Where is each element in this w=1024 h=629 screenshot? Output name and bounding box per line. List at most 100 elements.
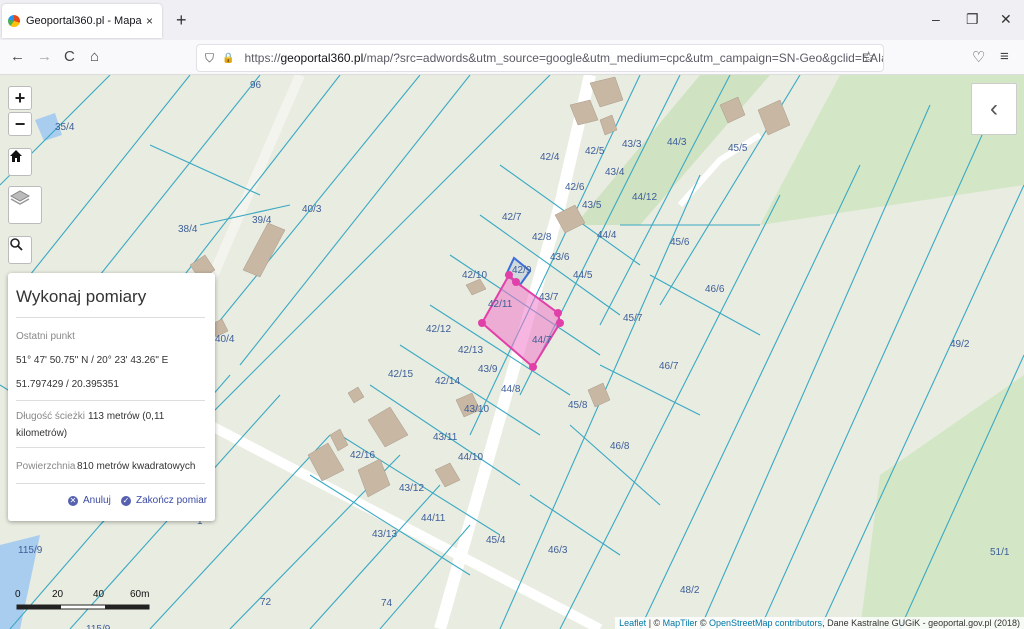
map-attribution: Leaflet | © MapTiler © OpenStreetMap con… bbox=[615, 617, 1024, 629]
map-canvas[interactable]: 96 35/4 40/3 39/4 38/4 40/4 42/4 42/5 43/3 44/3 45… bbox=[0, 75, 1024, 629]
home-button[interactable]: ⌂ bbox=[90, 48, 99, 65]
parcel-label: 115/9 bbox=[18, 545, 43, 556]
parcel-label: 42/7 bbox=[502, 212, 522, 223]
parcel-label: 45/6 bbox=[670, 237, 690, 248]
tab-bar: Geoportal360.pl - Mapa Interakt × + – ❐ … bbox=[0, 0, 1024, 40]
parcel-label: 44/7 bbox=[532, 335, 552, 346]
parcel-label: 45/7 bbox=[623, 313, 643, 324]
parcel-label: 39/4 bbox=[252, 215, 272, 226]
path-length-label: Długość ścieżki bbox=[16, 411, 85, 422]
zoom-in-button[interactable]: + bbox=[8, 86, 32, 110]
parcel-label: 35/4 bbox=[55, 122, 75, 133]
measurement-polygon[interactable] bbox=[480, 273, 562, 369]
layers-icon bbox=[9, 190, 31, 205]
parcel-label: 43/9 bbox=[478, 364, 498, 375]
parcel-label: 42/16 bbox=[350, 450, 375, 461]
measurement-panel: Wykonaj pomiary Ostatni punkt 51° 47' 50… bbox=[8, 273, 215, 521]
home-map-button[interactable] bbox=[8, 148, 32, 176]
parcel-label: 45/4 bbox=[486, 535, 506, 546]
parcel-label: 42/14 bbox=[435, 376, 460, 387]
parcel-label: 42/8 bbox=[532, 232, 552, 243]
maximize-button[interactable]: ❐ bbox=[966, 11, 979, 28]
parcel-label: 43/11 bbox=[433, 432, 458, 443]
pocket-icon[interactable]: ♡ bbox=[972, 48, 985, 66]
forward-button[interactable]: → bbox=[37, 48, 52, 65]
parcel-label: 115/9 bbox=[86, 624, 111, 629]
scale-bar bbox=[16, 604, 150, 610]
parcel-label: 72 bbox=[260, 597, 272, 608]
favicon-icon bbox=[8, 15, 20, 27]
maptiler-link[interactable]: MapTiler bbox=[663, 618, 698, 628]
path-length-value: 113 metrów (0,11 bbox=[88, 411, 165, 422]
scale-label: 20 bbox=[52, 589, 64, 600]
parcel-label: 42/13 bbox=[458, 345, 483, 356]
parcel-label: 48/2 bbox=[680, 585, 700, 596]
bookmark-star-icon[interactable]: ☆ bbox=[862, 48, 875, 66]
new-tab-button[interactable]: + bbox=[176, 10, 187, 31]
tab-close-icon[interactable]: × bbox=[146, 14, 153, 28]
path-length-value-km: kilometrów) bbox=[16, 428, 68, 439]
zoom-out-button[interactable]: − bbox=[8, 112, 32, 136]
parcel-label: 43/7 bbox=[539, 292, 559, 303]
nav-bar: ← → C ⌂ ⛉ 🔒 https://geoportal360.pl/map/… bbox=[0, 40, 1024, 75]
parcel-label: 42/15 bbox=[388, 369, 413, 380]
close-window-button[interactable]: ✕ bbox=[1000, 11, 1012, 28]
parcel-label: 43/13 bbox=[372, 529, 397, 540]
green-area bbox=[860, 375, 1024, 629]
scale-label: 0 bbox=[15, 589, 21, 600]
parcel-label: 96 bbox=[250, 80, 262, 91]
parcel-label: 43/12 bbox=[399, 483, 424, 494]
lock-icon[interactable]: 🔒 bbox=[222, 53, 234, 64]
parcel-label: 44/8 bbox=[501, 384, 521, 395]
tab-title: Geoportal360.pl - Mapa Interakt bbox=[26, 15, 144, 27]
parcel-label: 46/8 bbox=[610, 441, 630, 452]
osm-link[interactable]: OpenStreetMap contributors bbox=[709, 618, 822, 628]
address-bar[interactable]: ⛉ 🔒 https://geoportal360.pl/map/?src=adw… bbox=[196, 44, 884, 72]
browser-tab[interactable]: Geoportal360.pl - Mapa Interakt × bbox=[2, 4, 162, 38]
parcel-label: 46/6 bbox=[705, 284, 725, 295]
parcel-label: 42/10 bbox=[462, 270, 487, 281]
cancel-button[interactable]: ✕ Anuluj bbox=[68, 495, 111, 506]
search-button[interactable] bbox=[8, 236, 32, 264]
shield-icon[interactable]: ⛉ bbox=[205, 51, 214, 66]
leaflet-link[interactable]: Leaflet bbox=[619, 618, 646, 628]
parcel-label: 42/11 bbox=[488, 299, 513, 310]
parcel-label: 42/4 bbox=[540, 152, 560, 163]
area-value: 810 metrów kwadratowych bbox=[77, 461, 196, 472]
panel-title: Wykonaj pomiary bbox=[16, 287, 147, 306]
parcel-label: 51/1 bbox=[990, 547, 1010, 558]
parcel-label: 42/12 bbox=[426, 324, 451, 335]
parcel-label: 42/6 bbox=[565, 182, 585, 193]
reload-button[interactable]: C bbox=[64, 48, 75, 65]
parcel-label: 43/4 bbox=[605, 167, 625, 178]
minimize-button[interactable]: – bbox=[932, 11, 940, 27]
parcel-label: 44/4 bbox=[597, 230, 617, 241]
parcel-label: 43/10 bbox=[464, 404, 489, 415]
coords-dms: 51° 47' 50.75" N / 20° 23' 43.26" E bbox=[16, 355, 169, 366]
parcel-label: 40/3 bbox=[302, 204, 322, 215]
menu-icon[interactable]: ≡ bbox=[1000, 48, 1009, 65]
finish-measurement-button[interactable]: ✓ Zakończ pomiar bbox=[121, 495, 207, 506]
parcel-label: 45/8 bbox=[568, 400, 588, 411]
parcel-label: 49/2 bbox=[950, 339, 970, 350]
parcel-label: 44/11 bbox=[421, 513, 446, 524]
parcel-label: 74 bbox=[381, 598, 393, 609]
area-label: Powierzchnia bbox=[16, 461, 76, 472]
scale-label: 60m bbox=[130, 589, 150, 600]
parcel-label: 42/9 bbox=[512, 265, 532, 276]
parcel-label: 38/4 bbox=[178, 224, 198, 235]
url-text[interactable]: https://geoportal360.pl/map/?src=adwords… bbox=[244, 51, 883, 65]
parcel-label: 42/5 bbox=[585, 146, 605, 157]
parcel-label: 46/3 bbox=[548, 545, 568, 556]
parcel-label: 43/3 bbox=[622, 139, 642, 150]
search-icon bbox=[10, 238, 23, 251]
back-button[interactable]: ← bbox=[10, 48, 25, 65]
house-icon bbox=[10, 150, 22, 162]
layers-button[interactable] bbox=[8, 186, 42, 224]
parcel-label: 40/4 bbox=[215, 334, 235, 345]
parcel-label: 45/5 bbox=[728, 143, 748, 154]
side-panel-toggle-button[interactable]: ‹ bbox=[971, 83, 1017, 135]
parcel-label: 46/7 bbox=[659, 361, 679, 372]
parcel-label: 43/5 bbox=[582, 200, 602, 211]
coords-decimal: 51.797429 / 20.395351 bbox=[16, 379, 119, 390]
